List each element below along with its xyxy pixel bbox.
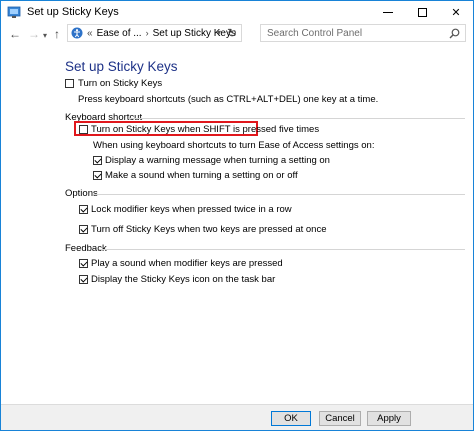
title-bar: Set up Sticky Keys ✕ [1,1,473,23]
minimize-button[interactable] [371,1,405,23]
refresh-icon[interactable]: ↻ [227,26,237,40]
search-placeholder: Search Control Panel [267,27,363,39]
minimize-icon [383,11,393,13]
up-arrow-icon[interactable]: ↑ [54,27,60,41]
turn-on-description: Press keyboard shortcuts (such as CTRL+A… [78,94,379,105]
turn-off-sticky-keys-label[interactable]: Turn off Sticky Keys when two keys are p… [91,224,327,235]
options-divider [93,194,465,195]
page-title: Set up Sticky Keys [65,59,178,74]
address-bar[interactable]: « Ease of ... › Set up Sticky Keys ▾ ↻ [67,24,242,42]
display-icon-label[interactable]: Display the Sticky Keys icon on the task… [91,274,275,285]
shift-five-times-checkbox[interactable] [79,125,88,134]
breadcrumb-separator-icon[interactable]: › [146,28,149,38]
shortcut-sub-caption: When using keyboard shortcuts to turn Ea… [93,140,375,151]
navigation-bar: ← → ▾ ↑ « Ease of ... › Set up Sticky Ke… [1,23,473,45]
search-icon[interactable] [449,28,460,39]
apply-button[interactable]: Apply [367,411,411,426]
search-input[interactable]: Search Control Panel [260,24,466,42]
ok-button[interactable]: OK [271,411,311,426]
maximize-button[interactable] [405,1,439,23]
lock-modifier-keys-label[interactable]: Lock modifier keys when pressed twice in… [91,204,292,215]
make-sound-label[interactable]: Make a sound when turning a setting on o… [105,170,298,181]
close-button[interactable]: ✕ [439,1,473,23]
breadcrumb-current[interactable]: Set up Sticky Keys [153,28,236,39]
window-title: Set up Sticky Keys [27,6,119,18]
display-icon-checkbox[interactable] [79,275,88,284]
play-sound-checkbox[interactable] [79,259,88,268]
turn-on-sticky-keys-label[interactable]: Turn on Sticky Keys [78,78,162,89]
feedback-divider [99,249,465,250]
ease-of-access-icon [71,27,83,39]
settings-panel: Set up Sticky Keys Turn on Sticky Keys P… [1,45,473,404]
control-panel-icon [7,6,21,18]
address-dropdown-icon[interactable]: ▾ [217,28,221,37]
display-warning-checkbox[interactable] [93,156,102,165]
keyboard-shortcut-divider [129,118,465,119]
breadcrumb-overflow-icon[interactable]: « [87,28,93,39]
turn-on-sticky-keys-checkbox[interactable] [65,79,74,88]
forward-arrow-icon[interactable]: → [28,27,40,41]
cancel-button[interactable]: Cancel [319,411,361,426]
back-arrow-icon[interactable]: ← [9,27,21,41]
shift-five-times-label[interactable]: Turn on Sticky Keys when SHIFT is presse… [91,124,319,135]
dialog-footer: OK Cancel Apply [1,404,473,430]
maximize-icon [417,7,427,17]
make-sound-checkbox[interactable] [93,171,102,180]
recent-locations-dropdown-icon[interactable]: ▾ [43,29,47,43]
breadcrumb-ease-of-access[interactable]: Ease of ... [97,28,142,39]
window: Set up Sticky Keys ✕ ← → ▾ ↑ « Ease of .… [0,0,474,431]
turn-off-sticky-keys-checkbox[interactable] [79,225,88,234]
lock-modifier-keys-checkbox[interactable] [79,205,88,214]
play-sound-label[interactable]: Play a sound when modifier keys are pres… [91,258,283,269]
display-warning-label[interactable]: Display a warning message when turning a… [105,155,330,166]
close-icon: ✕ [451,6,461,19]
